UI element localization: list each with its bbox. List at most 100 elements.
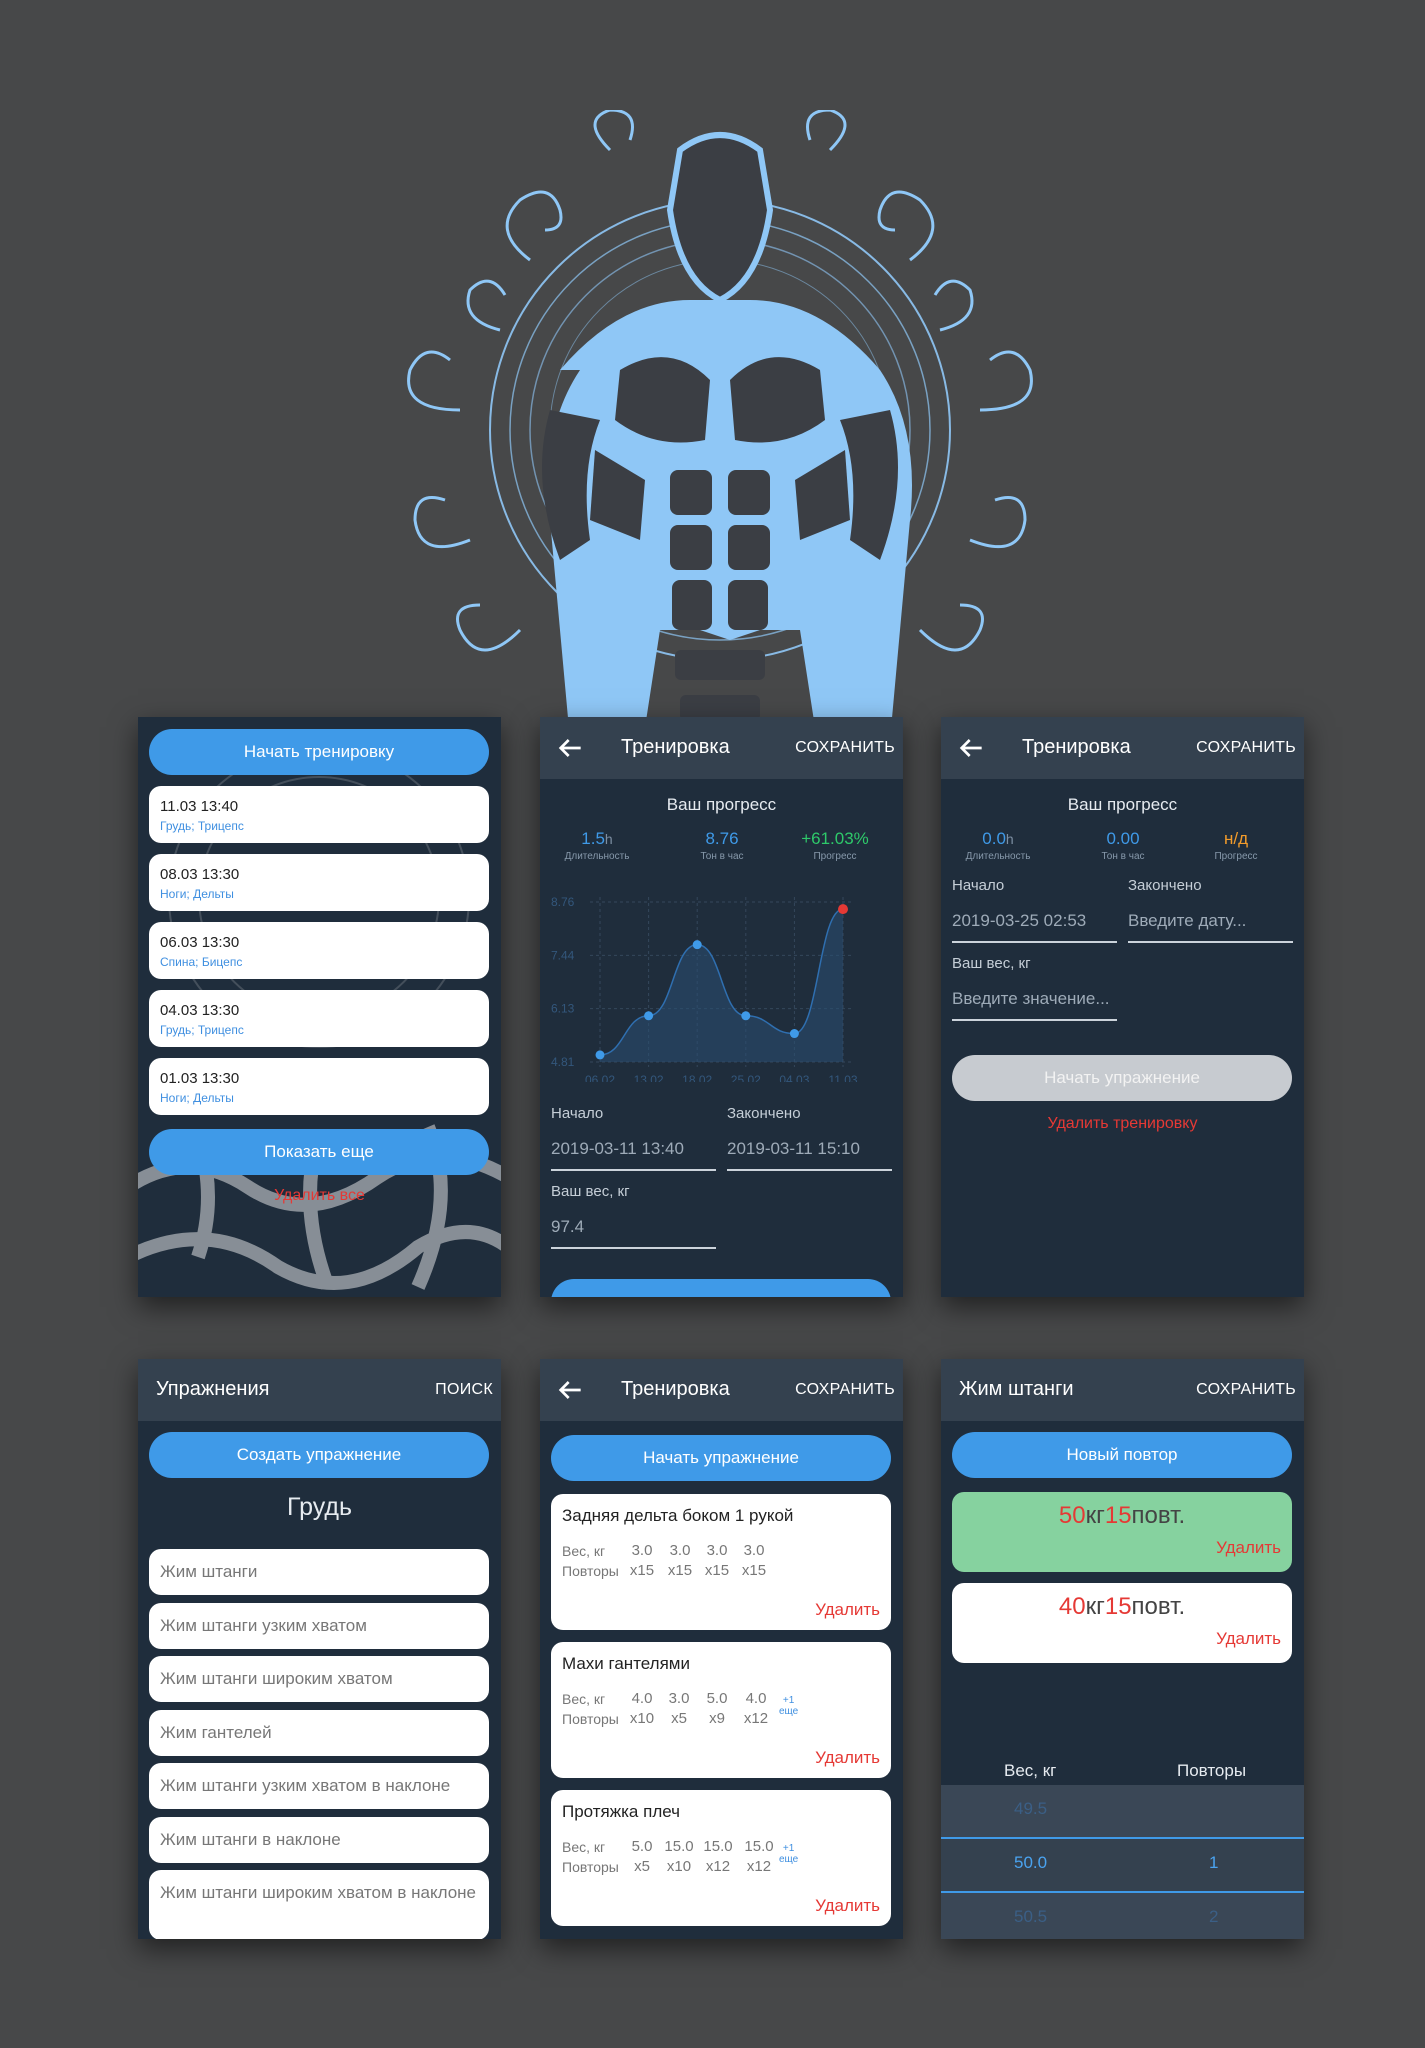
- bottom-action-button[interactable]: [551, 1279, 891, 1297]
- set-reps: x15: [629, 1562, 655, 1579]
- app-bar-title: Упражнения: [156, 1378, 270, 1400]
- screen-workout-exercises: Тренировка СОХРАНИТЬ Начать упражнение З…: [540, 1359, 903, 1939]
- new-rep-button[interactable]: Новый повтор: [952, 1432, 1292, 1478]
- set-weight: 3.0: [743, 1542, 765, 1559]
- chart-point: [692, 940, 702, 950]
- weight-label: Ваш вес, кг: [551, 1183, 630, 1200]
- exercise-item[interactable]: Жим штанги узким хватом: [149, 1602, 489, 1649]
- delete-all-link[interactable]: Удалить все: [138, 1187, 501, 1205]
- set-weight: 3.0: [668, 1690, 690, 1707]
- workout-card[interactable]: 04.03 13:30 Грудь; Трицепс: [149, 990, 489, 1047]
- start-value[interactable]: 2019-03-25 02:53: [952, 911, 1086, 931]
- exercise-name: Жим штанги широким хватом в наклоне: [160, 1883, 477, 1902]
- picker-row-selected[interactable]: 50.0 1: [941, 1837, 1304, 1893]
- picker-reps: 2: [1209, 1907, 1219, 1926]
- set-weight: 15.0: [664, 1838, 694, 1855]
- app-bar: Тренировка СОХРАНИТЬ: [941, 717, 1304, 779]
- start-workout-button[interactable]: Начать тренировку: [149, 729, 489, 775]
- weight-input[interactable]: Введите значение...: [952, 989, 1110, 1009]
- chart-point-highlight: [838, 904, 848, 915]
- start-exercise-button[interactable]: Начать упражнение: [952, 1055, 1292, 1101]
- exercise-item[interactable]: Жим гантелей: [149, 1709, 489, 1756]
- end-value[interactable]: 2019-03-11 15:10: [727, 1139, 860, 1159]
- screen-exercise-sets: Жим штанги СОХРАНИТЬ Новый повтор 50кг15…: [941, 1359, 1304, 1939]
- picker-row[interactable]: 49.5: [941, 1785, 1304, 1837]
- app-bar: Жим штанги СОХРАНИТЬ: [941, 1359, 1304, 1421]
- exercise-name: Жим штанги широким хватом: [160, 1669, 393, 1688]
- delete-set-button[interactable]: Удалить: [1216, 1538, 1281, 1558]
- stat-tons-per-hour: 0.00 Тон в час: [1101, 829, 1145, 862]
- weight-value[interactable]: 97.4: [551, 1217, 584, 1237]
- picker-weight: 49.5: [1014, 1799, 1048, 1818]
- save-button[interactable]: СОХРАНИТЬ: [1196, 1381, 1296, 1399]
- show-more-button[interactable]: Показать еще: [149, 1129, 489, 1175]
- workout-date: 04.03 13:30: [160, 1002, 240, 1019]
- workout-muscles: Грудь; Трицепс: [160, 819, 244, 833]
- search-button[interactable]: ПОИСК: [435, 1381, 493, 1399]
- start-underline: [952, 941, 1117, 943]
- workout-card[interactable]: 01.03 13:30 Ноги; Дельты: [149, 1058, 489, 1115]
- screen-workout-history: Начать тренировку 11.03 13:40 Грудь; Триц…: [138, 717, 501, 1297]
- save-button[interactable]: СОХРАНИТЬ: [795, 739, 895, 757]
- x-tick-label: 04.03: [779, 1073, 809, 1082]
- set-card-highlighted[interactable]: 50кг15повт. Удалить: [952, 1492, 1292, 1572]
- reps-row-label: Повторы: [562, 1563, 619, 1579]
- picker-row[interactable]: 50.5 2: [941, 1893, 1304, 1939]
- exercise-name: Махи гантелями: [562, 1654, 690, 1673]
- set-reps: x15: [667, 1562, 693, 1579]
- stat-progress: н/д Прогресс: [1214, 829, 1258, 862]
- workout-exercise-card[interactable]: Задняя дельта боком 1 рукой Вес, кг Повтор…: [551, 1494, 891, 1630]
- chart-point: [741, 1011, 751, 1021]
- app-bar: Упражнения ПОИСК: [138, 1359, 501, 1421]
- delete-workout-link[interactable]: Удалить тренировку: [941, 1115, 1304, 1133]
- workout-exercise-card[interactable]: Махи гантелями Вес, кг Повторы 4.0 x10 3.0 x5 5…: [551, 1642, 891, 1778]
- start-label: Начало: [952, 877, 1005, 894]
- delete-exercise-button[interactable]: Удалить: [815, 1896, 880, 1916]
- workout-date: 08.03 13:30: [160, 866, 240, 883]
- app-bar-title: Тренировка: [621, 1378, 730, 1400]
- set-weight: 5.0: [706, 1690, 728, 1707]
- workout-card[interactable]: 11.03 13:40 Грудь; Трицепс: [149, 786, 489, 843]
- exercise-item[interactable]: Жим штанги в наклоне: [149, 1816, 489, 1863]
- workout-card[interactable]: 06.03 13:30 Спина; Бицепс: [149, 922, 489, 979]
- x-tick-label: 18.02: [682, 1073, 712, 1082]
- app-bar-title: Тренировка: [621, 736, 730, 758]
- weight-row-label: Вес, кг: [562, 1839, 606, 1855]
- start-exercise-button[interactable]: Начать упражнение: [551, 1435, 891, 1481]
- stat-duration: 1.5h Длительность: [564, 829, 630, 862]
- workout-card[interactable]: 08.03 13:30 Ноги; Дельты: [149, 854, 489, 911]
- screen-exercises: Упражнения ПОИСК Создать упражнение Груд…: [138, 1359, 501, 1939]
- chart-point: [595, 1050, 605, 1060]
- arrow-left-icon[interactable]: [955, 732, 987, 764]
- exercise-name: Жим гантелей: [160, 1722, 272, 1742]
- exercise-item[interactable]: Жим штанги узким хватом в наклоне: [149, 1763, 489, 1809]
- arrow-left-icon[interactable]: [554, 1374, 586, 1406]
- workout-muscles: Грудь; Трицепс: [160, 1023, 244, 1037]
- delete-exercise-button[interactable]: Удалить: [815, 1748, 880, 1768]
- start-value[interactable]: 2019-03-11 13:40: [551, 1139, 684, 1159]
- set-weight: 3.0: [669, 1542, 691, 1559]
- save-button[interactable]: СОХРАНИТЬ: [1196, 739, 1296, 757]
- x-tick-label: 06.02: [585, 1073, 615, 1082]
- more-sets-badge[interactable]: +1 еще: [779, 1695, 798, 1717]
- arrow-left-icon[interactable]: [554, 732, 586, 764]
- create-exercise-button[interactable]: Создать упражнение: [149, 1432, 489, 1478]
- more-sets-badge[interactable]: +1 еще: [779, 1843, 798, 1865]
- weight-label: Ваш вес, кг: [952, 955, 1031, 972]
- x-tick-label: 25.02: [731, 1073, 761, 1082]
- reps-row-label: Повторы: [562, 1711, 619, 1727]
- exercise-item[interactable]: Жим штанги широким хватом в наклоне: [149, 1870, 489, 1939]
- workout-date: 06.03 13:30: [160, 934, 240, 951]
- weight-underline: [551, 1247, 716, 1249]
- end-date-input[interactable]: Введите дату...: [1128, 911, 1246, 931]
- workout-exercise-card[interactable]: Протяжка плеч Вес, кг Повторы 5.0 x5 15.0 x10 1…: [551, 1790, 891, 1926]
- exercise-item[interactable]: Жим штанги широким хватом: [149, 1656, 489, 1702]
- save-button[interactable]: СОХРАНИТЬ: [795, 1381, 895, 1399]
- end-label: Закончено: [1128, 877, 1202, 894]
- delete-set-button[interactable]: Удалить: [1216, 1629, 1281, 1649]
- delete-exercise-button[interactable]: Удалить: [815, 1600, 880, 1620]
- set-card[interactable]: 40кг15повт. Удалить: [952, 1583, 1292, 1663]
- picker-header-weight: Вес, кг: [1004, 1761, 1057, 1780]
- set-reps: x9: [709, 1710, 725, 1727]
- exercise-item[interactable]: Жим штанги: [149, 1549, 489, 1595]
